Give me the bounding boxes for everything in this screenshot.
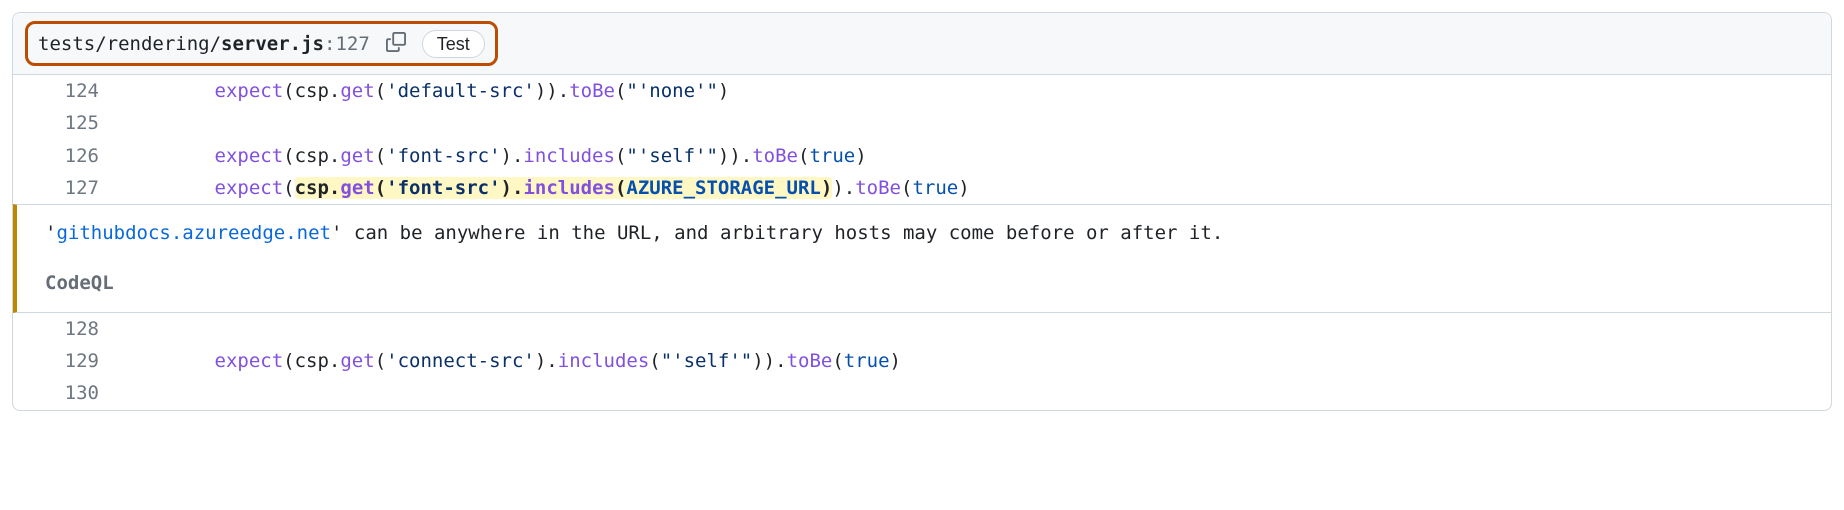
- file-path[interactable]: tests/rendering/server.js:127: [38, 33, 370, 55]
- line-number[interactable]: 130: [13, 377, 123, 409]
- alert-message: 'githubdocs.azureedge.net' can be anywhe…: [45, 217, 1815, 249]
- alert-tool-name: CodeQL: [45, 267, 1815, 299]
- line-number[interactable]: 126: [13, 140, 123, 172]
- line-number[interactable]: 128: [13, 313, 123, 345]
- file-path-dir: tests/rendering/: [38, 33, 221, 55]
- line-number[interactable]: 124: [13, 75, 123, 107]
- file-path-file: server.js: [221, 33, 324, 55]
- highlighted-span: csp.get('font-src').includes(AZURE_STORA…: [295, 177, 833, 199]
- codeql-alert: 'githubdocs.azureedge.net' can be anywhe…: [13, 204, 1831, 313]
- file-path-colon: :: [324, 33, 335, 55]
- code-snippet-panel: tests/rendering/server.js:127 Test 124 e…: [12, 12, 1832, 411]
- alert-link[interactable]: githubdocs.azureedge.net: [56, 222, 331, 244]
- code-line: 127 expect(csp.get('font-src').includes(…: [13, 172, 1831, 204]
- code-content: [123, 377, 139, 409]
- code-content: [123, 313, 139, 345]
- code-line: 128: [13, 313, 1831, 345]
- line-number[interactable]: 125: [13, 107, 123, 139]
- code-content: [123, 107, 139, 139]
- code-content: expect(csp.get('connect-src').includes("…: [123, 345, 917, 377]
- line-number[interactable]: 129: [13, 345, 123, 377]
- code-content: expect(csp.get('font-src').includes("'se…: [123, 140, 883, 172]
- copy-path-button[interactable]: [382, 28, 410, 59]
- code-line: 130: [13, 377, 1831, 409]
- code-body: 124 expect(csp.get('default-src')).toBe(…: [13, 75, 1831, 410]
- code-line: 129 expect(csp.get('connect-src').includ…: [13, 345, 1831, 377]
- code-content: expect(csp.get('default-src')).toBe("'no…: [123, 75, 745, 107]
- test-label: Test: [422, 30, 485, 58]
- code-content: expect(csp.get('font-src').includes(AZUR…: [123, 172, 986, 204]
- file-path-line: 127: [335, 33, 369, 55]
- copy-icon: [386, 32, 406, 55]
- panel-header: tests/rendering/server.js:127 Test: [13, 13, 1831, 75]
- code-line: 126 expect(csp.get('font-src').includes(…: [13, 140, 1831, 172]
- code-line: 124 expect(csp.get('default-src')).toBe(…: [13, 75, 1831, 107]
- code-line: 125: [13, 107, 1831, 139]
- line-number[interactable]: 127: [13, 172, 123, 204]
- file-path-highlight: tests/rendering/server.js:127 Test: [25, 21, 498, 66]
